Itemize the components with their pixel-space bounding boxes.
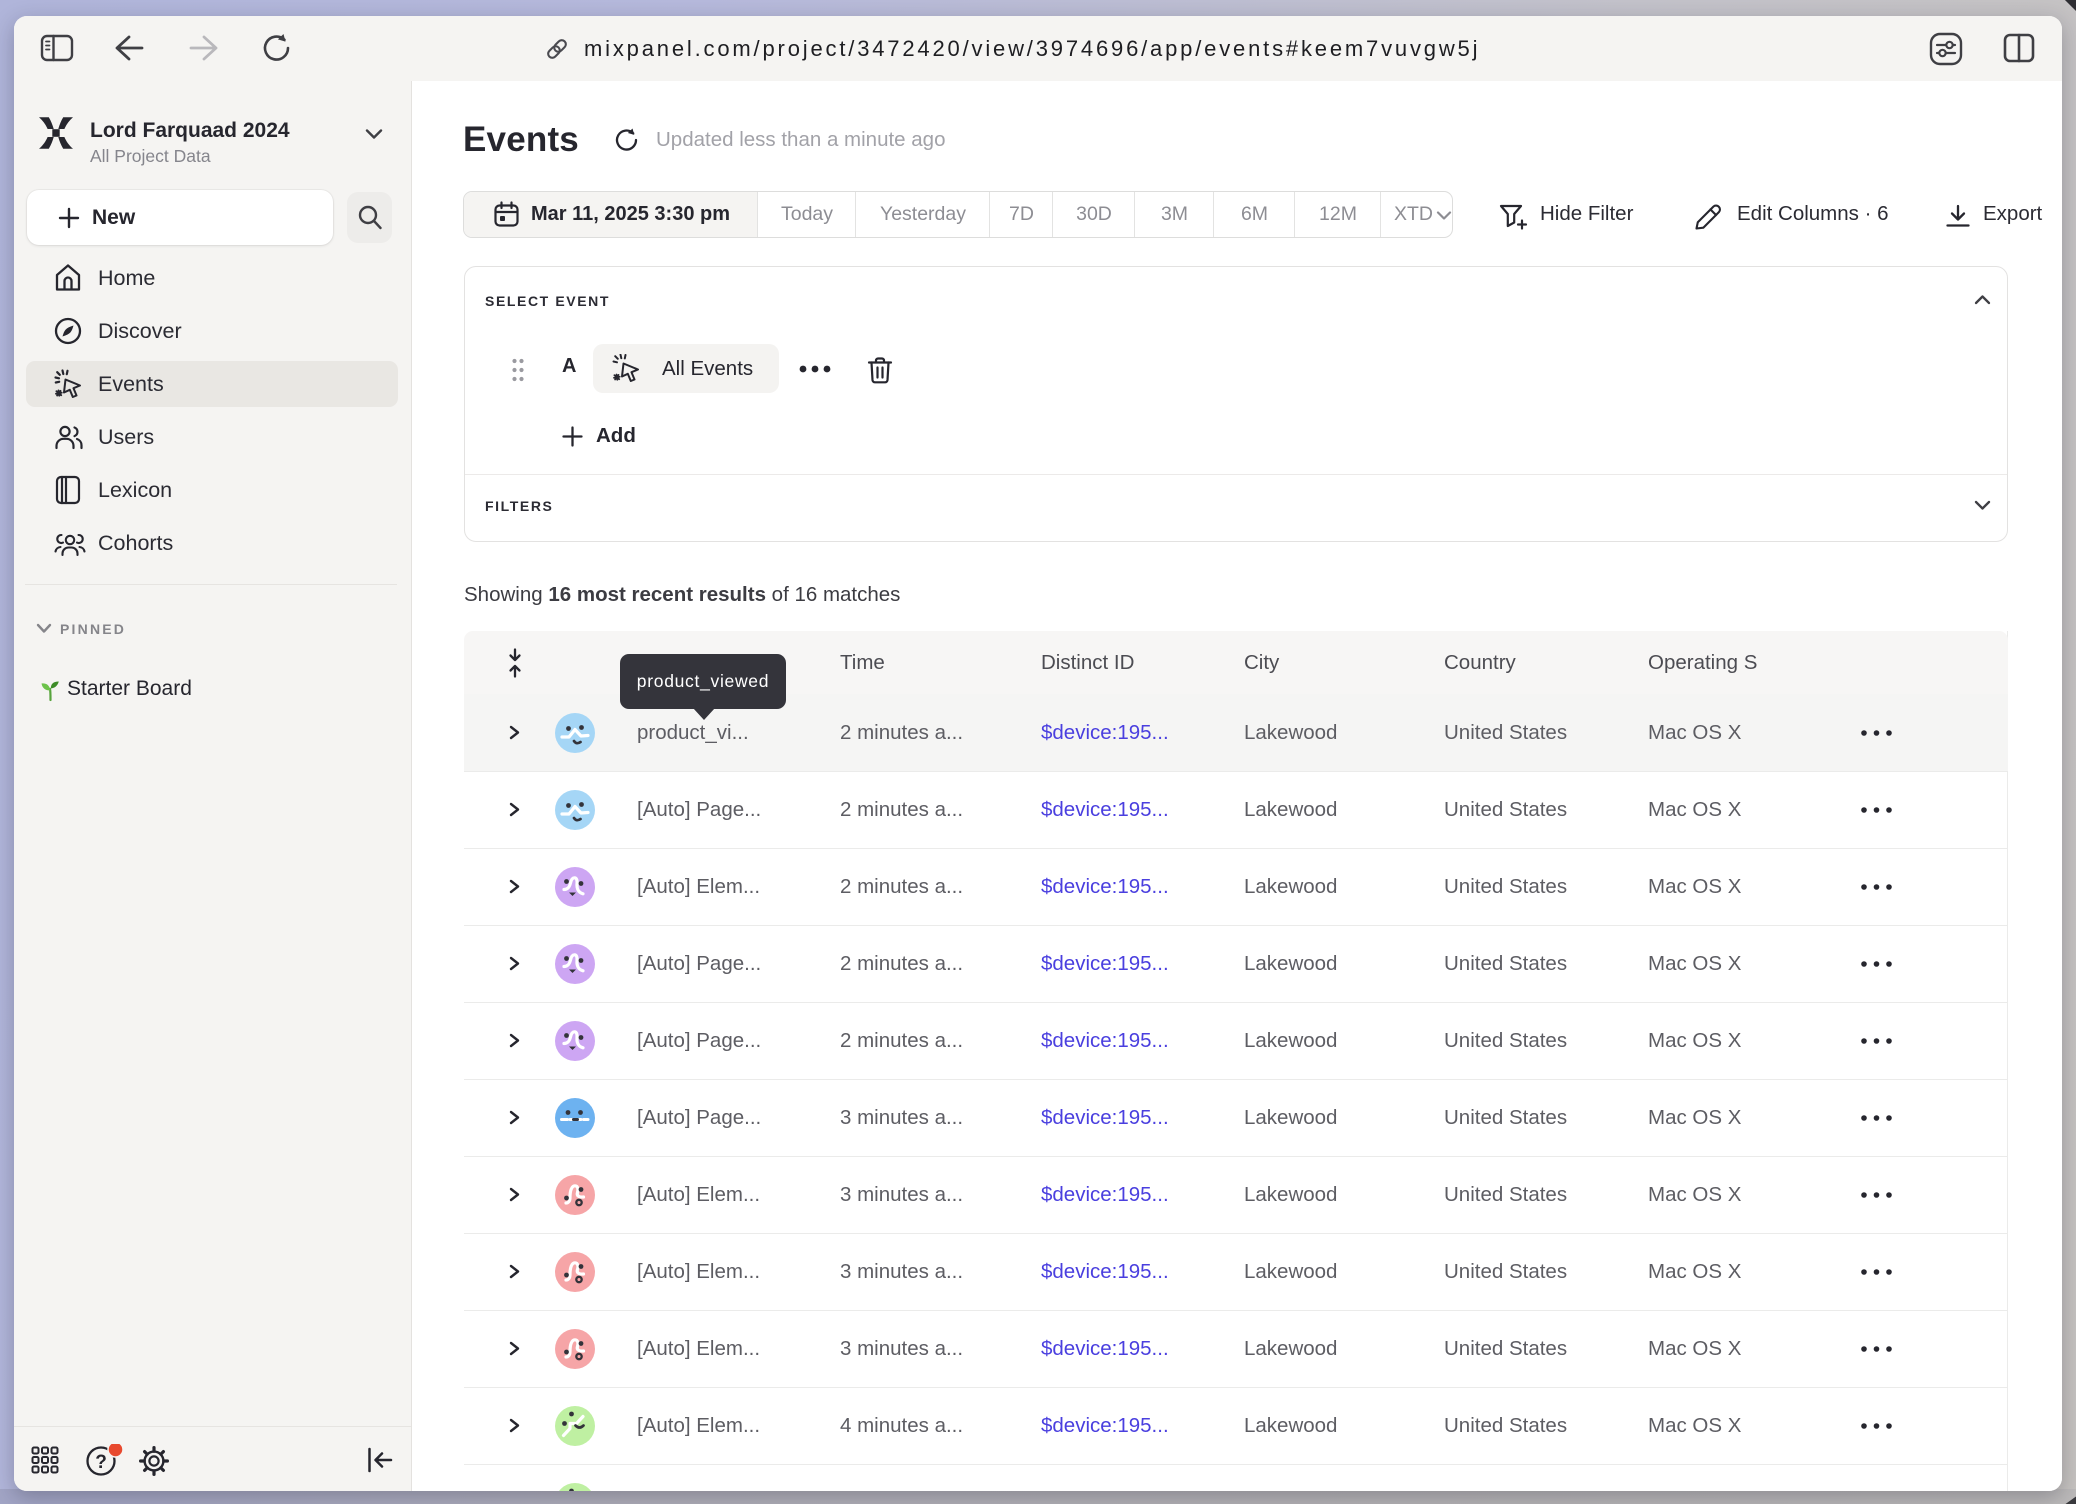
- svg-text:?: ?: [95, 1452, 107, 1473]
